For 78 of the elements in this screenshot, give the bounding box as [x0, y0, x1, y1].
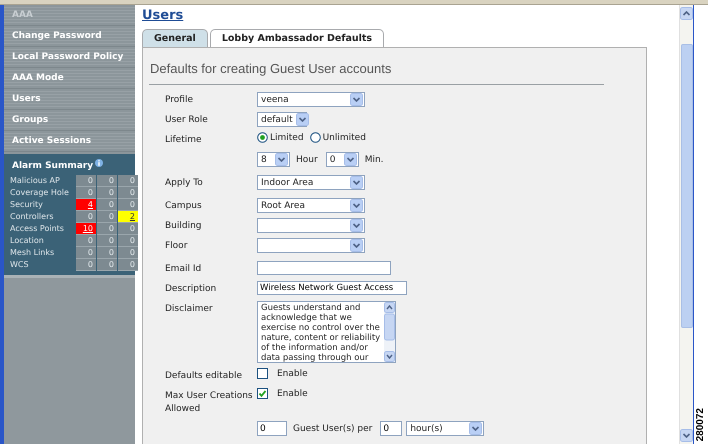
checkbox[interactable]: Enable [257, 388, 308, 399]
alarm-count: 0 [76, 247, 96, 259]
alarm-count: 0 [76, 211, 96, 223]
alarm-count: 0 [97, 211, 117, 223]
dropdown-field[interactable]: veena [257, 92, 365, 107]
alarm-count: 0 [97, 223, 117, 235]
alarm-count: 0 [97, 199, 117, 211]
scroll-down-icon [680, 429, 693, 442]
alarm-count: 0 [76, 187, 96, 199]
alarm-count[interactable]: 4 [76, 199, 96, 211]
scrollbar-thumb[interactable] [680, 44, 692, 328]
alarm-count[interactable]: 10 [76, 223, 96, 235]
field-label: Building [165, 221, 202, 231]
alarm-count: 0 [97, 187, 117, 199]
alarm-label: Controllers [10, 211, 55, 223]
section-title: Defaults for creating Guest User accounts [150, 61, 392, 76]
tab[interactable]: General [142, 29, 208, 47]
alarm-count: 0 [118, 223, 138, 235]
alarm-count: 0 [97, 259, 117, 271]
text-field[interactable]: Wireless Network Guest Access [257, 281, 407, 295]
hour-dropdown[interactable]: 8 [257, 152, 290, 167]
field-label: Defaults editable [165, 371, 242, 381]
field-label: Campus [165, 201, 202, 211]
field-label: Lifetime [165, 135, 202, 145]
alarm-count: 0 [118, 199, 138, 211]
alarm-label: Mesh Links [10, 247, 56, 259]
number-field[interactable]: 0 [257, 421, 287, 436]
alarm-label: Coverage Hole [10, 187, 70, 199]
dropdown-field[interactable] [257, 218, 365, 233]
alarm-count: 0 [76, 235, 96, 247]
field-label: Email Id [165, 264, 202, 274]
dropdown-field[interactable]: default [257, 112, 307, 127]
alarm-summary-title: Alarm Summary [12, 161, 94, 171]
tab[interactable]: Lobby Ambassador Defaults [210, 29, 384, 47]
alarm-count: 0 [97, 175, 117, 187]
alarm-count: 0 [118, 175, 138, 187]
radio-button[interactable]: Limited [257, 132, 304, 143]
dropdown-field[interactable]: Root Area [257, 198, 365, 213]
alarm-count[interactable]: 2 [118, 211, 138, 223]
dropdown-field[interactable]: Indoor Area [257, 175, 365, 190]
dropdown-field[interactable] [257, 238, 365, 253]
page-title-link[interactable]: Users [142, 8, 184, 24]
alarm-label: Location [10, 235, 45, 247]
sidebar-header: AAA [4, 5, 135, 26]
period-dropdown[interactable]: hour(s) [406, 421, 484, 436]
scroll-up-icon [680, 7, 693, 20]
alarm-label: Malicious AP [10, 175, 61, 187]
alarm-label: Security [10, 199, 44, 211]
rate-label: Guest User(s) per [293, 424, 372, 434]
radio-button[interactable]: Unlimited [310, 132, 366, 143]
alarm-count: 0 [76, 259, 96, 271]
checkbox[interactable]: Enable [257, 368, 308, 379]
field-label: User Role [165, 115, 208, 125]
text-field[interactable] [257, 261, 391, 275]
field-label: Max User Creations Allowed [165, 391, 253, 414]
alarm-count: 0 [118, 247, 138, 259]
figure-number: 280072 [695, 408, 707, 441]
alarm-count: 0 [97, 235, 117, 247]
alarm-label: Access Points [10, 223, 65, 235]
info-icon [95, 159, 104, 167]
number-field[interactable]: 0 [380, 421, 402, 436]
field-label: Disclaimer [165, 304, 213, 314]
alarm-count: 0 [97, 247, 117, 259]
field-label: Description [165, 284, 216, 294]
minute-dropdown[interactable]: 0 [326, 152, 359, 167]
alarm-count: 0 [118, 187, 138, 199]
alarm-label: WCS [10, 259, 30, 271]
unit-label: Min. [364, 154, 384, 164]
alarm-count: 0 [118, 235, 138, 247]
unit-label: Hour [296, 154, 318, 164]
alarm-count: 0 [118, 259, 138, 271]
scrollbar-track[interactable] [679, 5, 693, 444]
field-label: Profile [165, 95, 193, 105]
alarm-count: 0 [76, 175, 96, 187]
text-area[interactable]: Guests understand and acknowledge that we exercise no control over the nature, content or reliability of the information and/or data passing through our [257, 301, 396, 363]
field-label: Apply To [165, 178, 203, 188]
scrollbar-drawing [384, 302, 395, 362]
field-label: Floor [165, 241, 188, 251]
